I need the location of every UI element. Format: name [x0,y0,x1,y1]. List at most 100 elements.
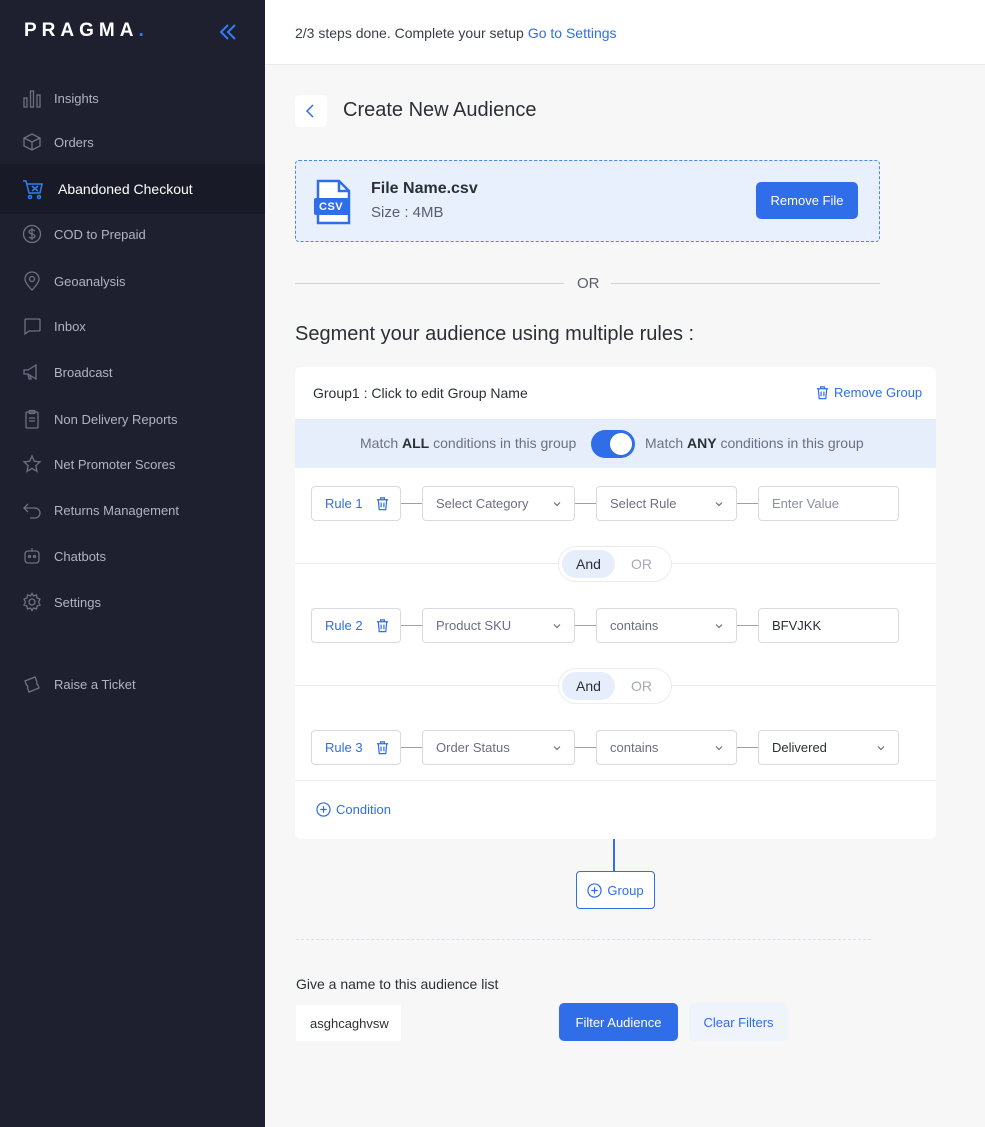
match-all-prefix: Match [360,435,403,451]
match-any-label[interactable]: Match ANY conditions in this group [645,435,864,451]
ticket-icon [21,673,43,695]
sidebar-item-label: Insights [54,90,99,106]
sidebar-item-label: COD to Prepaid [54,226,146,242]
add-condition-button[interactable]: Condition [316,802,391,817]
remove-file-button[interactable]: Remove File [756,182,858,219]
sidebar-item-label: Settings [54,594,101,610]
page-title: Create New Audience [343,99,537,121]
or-divider-text: OR [577,275,600,292]
sidebar-item-orders[interactable]: Orders [0,122,265,162]
brand-dot: . [138,20,149,41]
rule-select[interactable]: Select Rule [596,486,737,521]
gear-icon [21,591,43,613]
remove-group-label: Remove Group [834,385,923,400]
sidebar-item-label: Abandoned Checkout [58,181,193,197]
trash-icon[interactable] [375,740,390,755]
connector-line [575,625,596,626]
audience-name-input[interactable] [296,1005,401,1041]
sidebar-item-insights[interactable]: Insights [0,78,265,118]
box-icon [21,131,43,153]
add-group-button[interactable]: Group [576,871,655,909]
uploaded-file-card: CSV File Name.csv Size : 4MB Remove File [295,160,880,242]
and-option[interactable]: And [562,672,615,700]
sidebar-item-non-delivery-reports[interactable]: Non Delivery Reports [0,399,265,439]
sidebar-item-settings[interactable]: Settings [0,582,265,622]
go-to-settings-link[interactable]: Go to Settings [528,25,617,41]
rule-select[interactable]: contains [596,608,737,643]
add-group-label: Group [607,882,644,898]
connector-line [575,503,596,504]
sidebar-item-inbox[interactable]: Inbox [0,306,265,346]
brand-logo[interactable]: PRAGMA. [24,20,149,42]
match-all-bold: ALL [402,435,430,451]
sidebar-item-label: Geoanalysis [54,273,126,289]
plus-circle-icon [316,802,331,817]
bot-icon [21,545,43,567]
sidebar-item-label: Returns Management [54,502,180,518]
or-option[interactable]: OR [615,550,668,578]
category-select[interactable]: Product SKU [422,608,575,643]
value-select[interactable]: Delivered [758,730,899,765]
or-option[interactable]: OR [615,672,668,700]
sidebar-item-abandoned-checkout[interactable]: Abandoned Checkout [0,164,265,214]
add-condition-label: Condition [336,802,391,817]
category-select[interactable]: Order Status [422,730,575,765]
rule-row-3: Rule 3 Order Status contains Delivered [295,713,936,808]
and-or-switch[interactable]: And OR [558,546,672,582]
connector-line [737,503,758,504]
value-input[interactable]: Enter Value [758,486,899,521]
sidebar-item-returns-management[interactable]: Returns Management [0,490,265,530]
chevron-down-icon [553,502,561,507]
match-all-label[interactable]: Match ALL conditions in this group [360,435,576,451]
csv-badge: CSV [319,201,344,213]
setup-progress: 2/3 steps done. Complete your setup Go to… [295,25,617,41]
sidebar-item-label: Inbox [54,318,86,334]
value-input[interactable]: BFVJKK [758,608,899,643]
connector-line [401,747,422,748]
divider-line-left [295,283,564,284]
back-button[interactable] [295,95,327,127]
category-select-value: Order Status [436,740,510,755]
rule-select[interactable]: contains [596,730,737,765]
sidebar-item-label: Broadcast [54,364,113,380]
divider-line-right [611,283,880,284]
connector-line [737,747,758,748]
bar-chart-icon [21,87,43,109]
chat-icon [21,315,43,337]
sidebar-item-broadcast[interactable]: Broadcast [0,352,265,392]
filter-audience-button[interactable]: Filter Audience [559,1003,678,1041]
remove-group-button[interactable]: Remove Group [815,385,922,400]
audience-name-label: Give a name to this audience list [296,976,499,992]
file-size: Size : 4MB [371,204,444,221]
connector-line [401,503,422,504]
clear-filters-button[interactable]: Clear Filters [689,1003,788,1041]
and-option[interactable]: And [562,550,615,578]
match-mode-toggle[interactable] [591,430,635,458]
match-any-suffix: conditions in this group [716,435,864,451]
and-or-switch[interactable]: And OR [558,668,672,704]
match-any-bold: ANY [687,435,717,451]
top-bar: 2/3 steps done. Complete your setup Go to… [265,0,985,65]
chevron-down-icon [553,746,561,751]
sidebar-item-geoanalysis[interactable]: Geoanalysis [0,261,265,301]
sidebar-item-net-promoter-scores[interactable]: Net Promoter Scores [0,444,265,484]
match-all-suffix: conditions in this group [429,435,577,451]
trash-icon[interactable] [375,618,390,633]
collapse-sidebar-icon[interactable] [216,20,240,44]
rule-3-label[interactable]: Rule 3 [311,730,401,765]
rule-select-value: contains [610,618,659,633]
rule-2-label[interactable]: Rule 2 [311,608,401,643]
sidebar-item-chatbots[interactable]: Chatbots [0,536,265,576]
rule-1-label[interactable]: Rule 1 [311,486,401,521]
trash-icon[interactable] [375,496,390,511]
category-select[interactable]: Select Category [422,486,575,521]
group-name[interactable]: Group1 : Click to edit Group Name [313,385,528,401]
rule-select-value: contains [610,740,659,755]
sidebar-item-raise-a-ticket[interactable]: Raise a Ticket [0,664,265,704]
dollar-icon [21,223,43,245]
sidebar: PRAGMA. Insights Orders Abandoned Checko… [0,0,265,1127]
sidebar-item-cod-to-prepaid[interactable]: COD to Prepaid [0,214,265,254]
trash-icon [816,386,829,400]
match-condition-bar: Match ALL conditions in this group Match… [295,419,936,468]
chevron-down-icon [877,746,885,751]
